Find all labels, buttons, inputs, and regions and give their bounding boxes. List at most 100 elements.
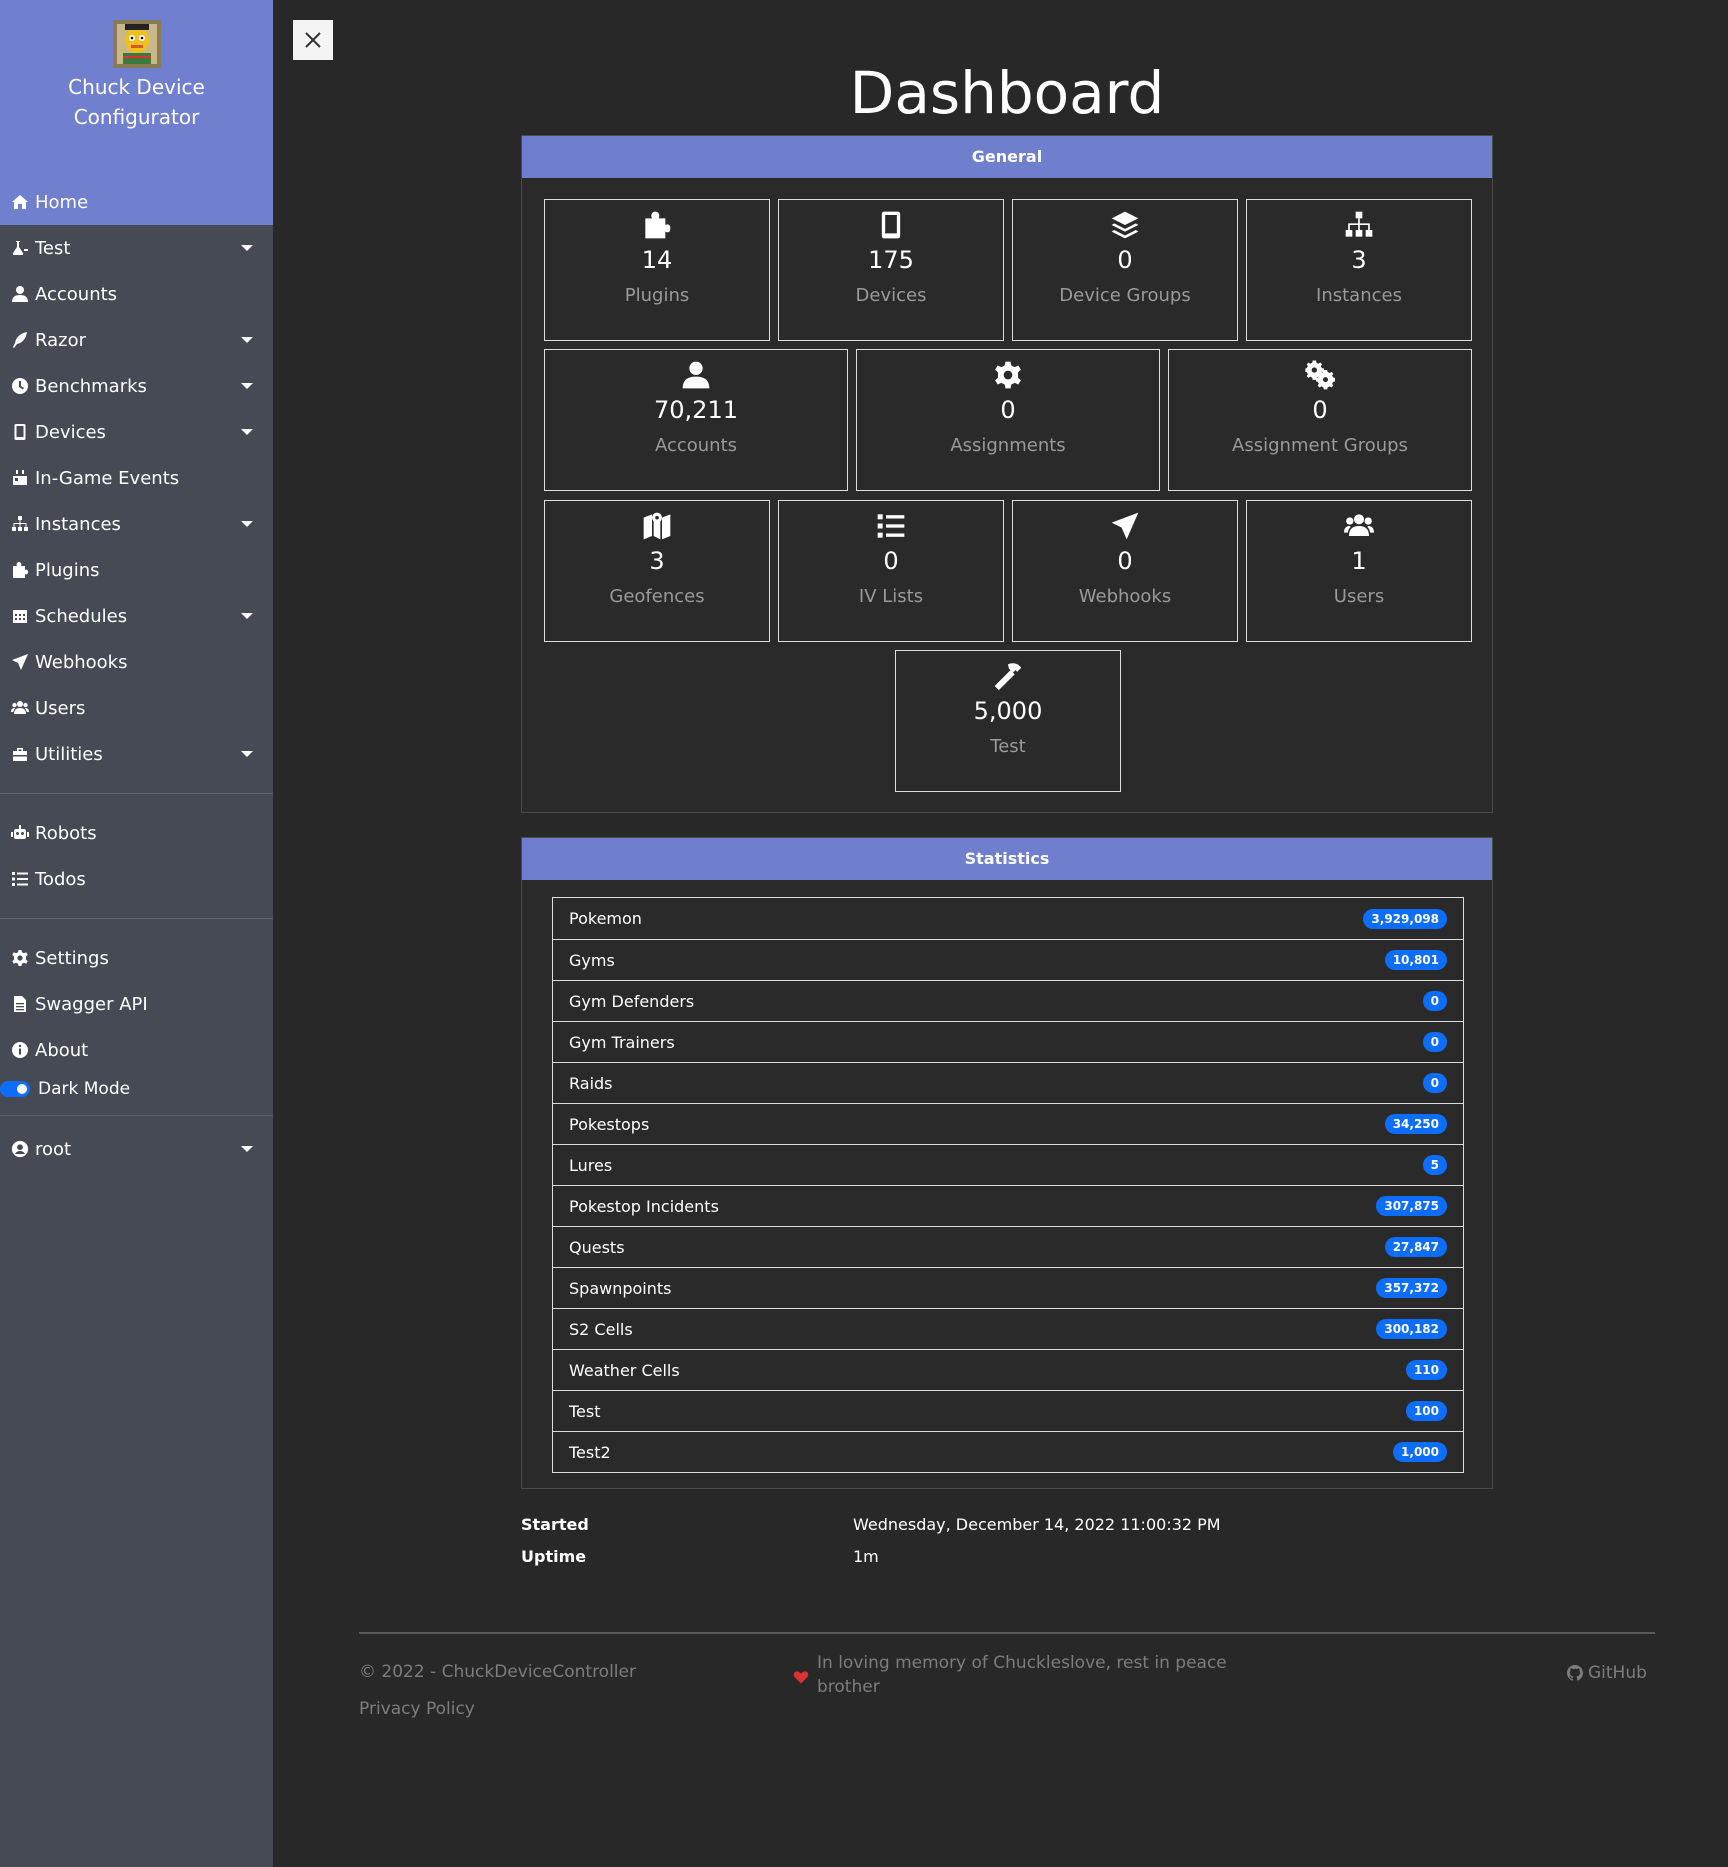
statistics-row-label: Spawnpoints [569,1278,672,1298]
sidebar-item-label: Test [35,237,71,259]
sidebar-item-instances[interactable]: Instances [0,501,273,547]
clock-icon [9,376,31,396]
statistics-row: Test2 1,000 [553,1431,1463,1472]
count-badge: 27,847 [1384,1237,1447,1257]
sidebar-item-home[interactable]: Home [0,179,273,225]
user-icon [9,284,31,304]
tile-label: Webhooks [1078,586,1172,607]
list-icon [874,511,908,541]
sidebar-item-in-game-events[interactable]: In-Game Events [0,455,273,501]
statistics-row-label: Gym Trainers [569,1032,675,1052]
close-sidebar-button[interactable] [293,20,333,60]
general-panel: General 14 Plugins 175 Devices 0 Device Group… [521,135,1493,813]
statistics-row: S2 Cells 300,182 [553,1308,1463,1349]
sidebar-item-swagger-api[interactable]: Swagger API [0,981,273,1027]
tile-value: 0 [1312,396,1328,424]
tile-label: Users [1333,586,1385,607]
stat-tile-geofences[interactable]: 3 Geofences [544,500,770,642]
sidebar-item-robots[interactable]: Robots [0,810,273,856]
puzzle-icon [9,560,31,580]
dark-mode-toggle[interactable]: Dark Mode [0,1073,273,1105]
tile-value: 1 [1351,547,1367,575]
statistics-row: Gyms 10,801 [553,939,1463,980]
stat-tile-device-groups[interactable]: 0 Device Groups [1012,199,1238,341]
sidebar-item-razor[interactable]: Razor [0,317,273,363]
statistics-row: Pokestop Incidents 307,875 [553,1185,1463,1226]
sidebar-divider [0,793,273,794]
statistics-row-label: Pokestop Incidents [569,1196,719,1216]
statistics-row: Quests 27,847 [553,1226,1463,1267]
gear-icon [9,948,31,968]
tile-value: 0 [1000,396,1016,424]
sidebar-item-devices[interactable]: Devices [0,409,273,455]
statistics-row-label: Raids [569,1073,613,1093]
tile-value: 0 [1117,246,1133,274]
sidebar-item-label: Utilities [35,743,103,765]
sidebar-item-schedules[interactable]: Schedules [0,593,273,639]
sidebar: Chuck Device Configurator Home Test Accoun… [0,0,273,1867]
stat-tile-devices[interactable]: 175 Devices [778,199,1004,341]
general-panel-heading: General [522,136,1492,178]
stat-tile-iv-lists[interactable]: 0 IV Lists [778,500,1004,642]
statistics-row: Pokemon 3,929,098 [553,898,1463,939]
sitemap-icon [1342,210,1376,240]
file-icon [9,994,31,1014]
statistics-row-label: Lures [569,1155,613,1175]
tile-label: Plugins [624,285,690,306]
statistics-row-label: Test [569,1401,601,1421]
statistics-panel: Statistics Pokemon 3,929,098 Gyms 10,801 Gym… [521,837,1493,1489]
count-badge: 5 [1422,1155,1447,1175]
sidebar-item-settings[interactable]: Settings [0,935,273,981]
toolbox-icon [9,744,31,764]
feather-icon [9,330,31,350]
users-icon [9,698,31,718]
sidebar-item-about[interactable]: About [0,1027,273,1073]
sidebar-item-test[interactable]: Test [0,225,273,271]
chevron-down-icon [241,337,253,343]
statistics-row: Spawnpoints 357,372 [553,1267,1463,1308]
statistics-row-label: Test2 [569,1442,611,1462]
stat-tile-test[interactable]: 5,000 Test [895,650,1121,792]
puzzle-icon [640,210,674,240]
count-badge: 0 [1422,1073,1447,1093]
chevron-down-icon [241,245,253,251]
stat-tile-instances[interactable]: 3 Instances [1246,199,1472,341]
statistics-row: Lures 5 [553,1144,1463,1185]
dark-mode-switch[interactable] [0,1081,30,1097]
github-icon [1567,1665,1583,1681]
github-link[interactable]: GitHub [1567,1663,1647,1683]
stat-tile-accounts[interactable]: 70,211 Accounts [544,349,848,491]
sidebar-item-benchmarks[interactable]: Benchmarks [0,363,273,409]
stat-tile-webhooks[interactable]: 0 Webhooks [1012,500,1238,642]
robot-icon [9,823,31,843]
sidebar-item-label: Robots [35,822,97,844]
tile-value: 3 [649,547,665,575]
layers-icon [1108,210,1142,240]
sidebar-item-users[interactable]: Users [0,685,273,731]
sidebar-item-utilities[interactable]: Utilities [0,731,273,777]
stat-tile-plugins[interactable]: 14 Plugins [544,199,770,341]
stat-tile-assignments[interactable]: 0 Assignments [856,349,1160,491]
sidebar-item-label: Todos [35,868,86,890]
sidebar-item-accounts[interactable]: Accounts [0,271,273,317]
tile-value: 175 [868,246,914,274]
sidebar-item-plugins[interactable]: Plugins [0,547,273,593]
privacy-policy-link[interactable]: Privacy Policy [359,1699,475,1719]
user-menu[interactable]: root [0,1126,273,1172]
sidebar-item-todos[interactable]: Todos [0,856,273,902]
sitemap-icon [9,514,31,534]
statistics-list: Pokemon 3,929,098 Gyms 10,801 Gym Defenders 0… [552,897,1464,1473]
dark-mode-label: Dark Mode [38,1079,131,1099]
tile-value: 0 [883,547,899,575]
sidebar-item-webhooks[interactable]: Webhooks [0,639,273,685]
stat-tile-users[interactable]: 1 Users [1246,500,1472,642]
app-title[interactable]: Chuck Device Configurator [0,72,273,132]
sidebar-item-label: Razor [35,329,87,351]
started-value: Wednesday, December 14, 2022 11:00:32 PM [853,1515,1221,1534]
tile-label: Assignment Groups [1232,435,1408,456]
sidebar-item-label: Benchmarks [35,375,147,397]
calendar-grid-icon [9,606,31,626]
count-badge: 0 [1422,991,1447,1011]
stat-tile-assignment-groups[interactable]: 0 Assignment Groups [1168,349,1472,491]
statistics-panel-heading: Statistics [522,838,1492,880]
